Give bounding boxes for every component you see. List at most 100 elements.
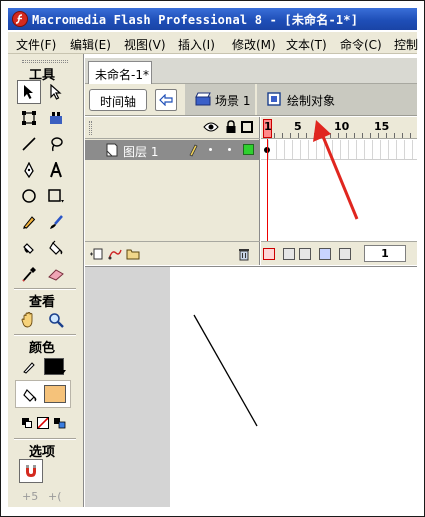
onion-skin-outlines-icon[interactable] bbox=[299, 248, 311, 260]
lasso-tool-icon[interactable] bbox=[44, 132, 68, 156]
back-button[interactable] bbox=[155, 89, 177, 111]
insert-layer-folder-icon[interactable] bbox=[125, 247, 141, 264]
ruler-tick bbox=[402, 133, 403, 138]
timeline-toggle-button[interactable]: 时间轴 bbox=[89, 89, 147, 111]
fill-color-bucket-icon bbox=[18, 383, 42, 407]
text-tool-icon[interactable] bbox=[44, 158, 68, 182]
scene-label: 场景 1 bbox=[215, 94, 251, 108]
colors-title: 颜色 bbox=[28, 341, 55, 356]
ink-bottle-tool-icon[interactable] bbox=[17, 236, 41, 260]
menu-commands[interactable]: 命令(C) bbox=[340, 36, 382, 53]
center-frame-icon[interactable] bbox=[263, 248, 275, 260]
panel-grip[interactable] bbox=[22, 60, 68, 63]
fill-color-swatch[interactable] bbox=[44, 385, 66, 403]
timeline-grip[interactable] bbox=[89, 121, 92, 135]
menu-control[interactable]: 控制 bbox=[394, 36, 418, 53]
gradient-transform-tool-icon[interactable] bbox=[44, 106, 68, 130]
rectangle-tool-icon[interactable] bbox=[44, 184, 68, 208]
stroke-color-arrow-icon bbox=[60, 370, 66, 374]
ruler-tick bbox=[274, 133, 275, 138]
onion-skin-icon[interactable] bbox=[283, 248, 295, 260]
stage-canvas[interactable] bbox=[170, 267, 417, 507]
document-tab-bar: 未命名-1* bbox=[85, 58, 417, 84]
layer-edit-pencil-icon bbox=[188, 143, 198, 160]
breadcrumb-drawing-object[interactable]: 绘制对象 bbox=[257, 84, 417, 115]
brush-tool-icon[interactable] bbox=[44, 210, 68, 234]
layer-page-icon bbox=[105, 143, 119, 160]
delete-layer-trash-icon[interactable] bbox=[237, 247, 251, 264]
layer-visible-dot[interactable] bbox=[209, 148, 212, 151]
add-motion-guide-icon[interactable] bbox=[107, 247, 123, 264]
ruler-tick bbox=[322, 133, 323, 138]
lock-icon[interactable] bbox=[225, 120, 237, 137]
line-tool-icon[interactable] bbox=[17, 132, 41, 156]
ruler-label-10: 10 bbox=[334, 120, 350, 133]
ruler-tick bbox=[298, 133, 299, 138]
eyedropper-tool-icon[interactable] bbox=[17, 262, 41, 286]
tools-panel: 工具 查看 颜色 选项 +5 +( bbox=[8, 54, 84, 507]
frames-row[interactable] bbox=[261, 140, 417, 160]
zoom-tool-icon[interactable] bbox=[44, 308, 68, 332]
drawing-object-label: 绘制对象 bbox=[287, 94, 336, 108]
pencil-tool-icon[interactable] bbox=[17, 210, 41, 234]
menu-modify[interactable]: 修改(M) bbox=[232, 36, 276, 53]
insert-layer-icon[interactable] bbox=[89, 247, 105, 264]
ruler-tick bbox=[362, 133, 363, 138]
ruler-tick bbox=[282, 133, 283, 138]
window-title: Macromedia Flash Professional 8 - [未命名-1… bbox=[32, 13, 359, 27]
timeline-frames-panel: 5 10 15 1 1 bbox=[261, 117, 417, 265]
ruler-tick bbox=[386, 133, 387, 138]
smooth-option-icon[interactable]: +5 bbox=[22, 490, 38, 503]
menu-edit[interactable]: 编辑(E) bbox=[70, 36, 111, 53]
free-transform-tool-icon[interactable] bbox=[17, 106, 41, 130]
edit-bar: 时间轴 场景 1 绘制对象 bbox=[85, 84, 417, 116]
timeline-layers-panel: 图层 1 bbox=[85, 117, 260, 265]
frame-ruler[interactable]: 5 10 15 bbox=[261, 117, 417, 139]
timeline-header bbox=[85, 117, 260, 139]
eraser-tool-icon[interactable] bbox=[44, 262, 68, 286]
layer-outline-color[interactable] bbox=[243, 144, 254, 155]
pen-tool-icon[interactable] bbox=[17, 158, 41, 182]
layer-row[interactable]: 图层 1 bbox=[85, 140, 260, 160]
selection-tool-icon[interactable] bbox=[17, 80, 41, 104]
edit-multiple-frames-icon[interactable] bbox=[319, 248, 331, 260]
layer-name: 图层 1 bbox=[123, 145, 159, 159]
back-arrow-icon bbox=[159, 94, 173, 106]
ruler-label-5: 5 bbox=[294, 120, 302, 133]
paint-bucket-tool-icon[interactable] bbox=[44, 236, 68, 260]
title-bar: Macromedia Flash Professional 8 - [未命名-1… bbox=[8, 8, 417, 30]
swap-colors-icon[interactable] bbox=[53, 417, 67, 429]
menu-bar: 文件(F) 编辑(E) 视图(V) 插入(I) 修改(M) 文本(T) 命令(C… bbox=[8, 32, 418, 54]
modify-onion-markers-icon[interactable] bbox=[339, 248, 351, 260]
ruler-tick bbox=[346, 133, 347, 138]
ruler-tick bbox=[410, 133, 411, 138]
document-tab[interactable]: 未命名-1* bbox=[88, 61, 152, 84]
menu-view[interactable]: 视图(V) bbox=[124, 36, 166, 53]
scene-clapper-icon bbox=[195, 92, 211, 109]
snap-to-objects-icon[interactable] bbox=[19, 459, 43, 483]
drawing-object-icon bbox=[267, 92, 281, 109]
show-hide-eye-icon[interactable] bbox=[203, 121, 219, 136]
layer-lock-dot[interactable] bbox=[228, 148, 231, 151]
outline-toggle-icon[interactable] bbox=[241, 121, 253, 133]
menu-insert[interactable]: 插入(I) bbox=[178, 36, 215, 53]
menu-file[interactable]: 文件(F) bbox=[16, 36, 56, 53]
no-color-icon[interactable] bbox=[37, 417, 49, 429]
ruler-tick bbox=[290, 133, 291, 138]
playhead-frame-number: 1 bbox=[264, 120, 272, 133]
stroke-color-pencil-icon bbox=[17, 355, 41, 379]
black-white-icon[interactable] bbox=[22, 418, 32, 428]
flash-app-icon bbox=[12, 11, 28, 27]
breadcrumb-scene[interactable]: 场景 1 bbox=[185, 84, 255, 115]
subselection-tool-icon[interactable] bbox=[44, 80, 68, 104]
ruler-tick bbox=[306, 133, 307, 138]
hand-tool-icon[interactable] bbox=[17, 308, 41, 332]
frames-footer: 1 bbox=[261, 241, 417, 265]
ruler-tick bbox=[394, 133, 395, 138]
menu-text[interactable]: 文本(T) bbox=[286, 36, 327, 53]
straighten-option-icon[interactable]: +( bbox=[48, 490, 62, 503]
oval-tool-icon[interactable] bbox=[17, 184, 41, 208]
tools-divider bbox=[14, 334, 76, 336]
tools-divider bbox=[14, 438, 76, 440]
current-frame-field: 1 bbox=[364, 245, 406, 262]
